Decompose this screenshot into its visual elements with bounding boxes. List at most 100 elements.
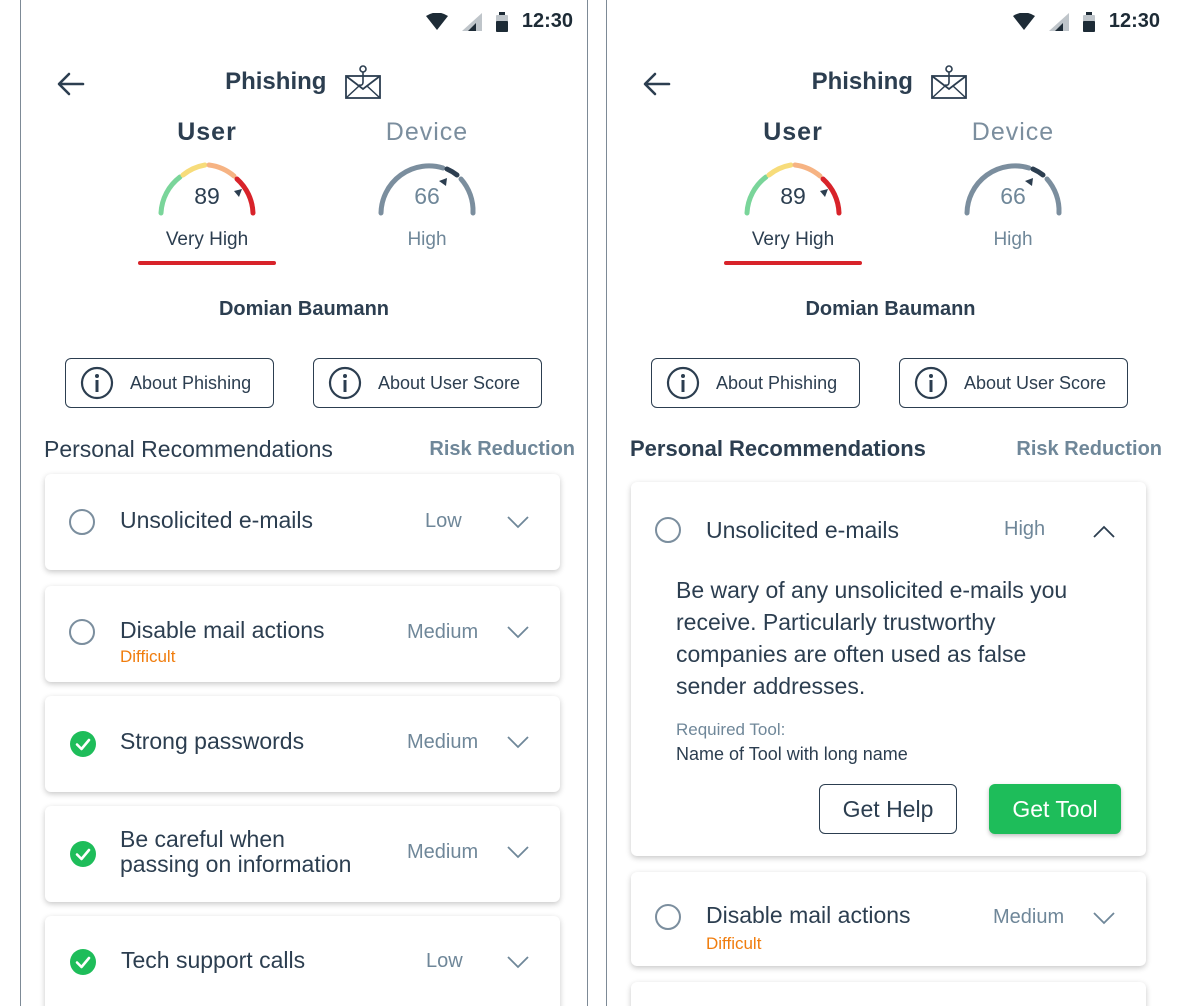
screen-left: 12:30 Phishing User 89 Very High Device … <box>20 0 588 1006</box>
signal-icon <box>1048 12 1069 31</box>
chevron-down-icon[interactable] <box>1092 910 1116 926</box>
check-circle-icon[interactable] <box>69 840 97 868</box>
risk-level: Low <box>426 950 463 972</box>
info-icon <box>914 366 948 400</box>
score-tabs: User 89 Very High Device 66 High <box>21 118 587 268</box>
recommendation-description-line: companies are often used as false <box>676 641 1027 667</box>
user-score-gauge: 89 <box>147 153 267 233</box>
recommendations-header: Personal Recommendations Risk Reduction <box>44 436 575 466</box>
phishing-mail-icon <box>931 65 968 99</box>
recommendation-card-expanded[interactable]: Unsolicited e-mails High Be wary of any … <box>631 482 1146 856</box>
score-tab-label: Device <box>971 118 1055 146</box>
app-bar: Phishing <box>607 58 1174 108</box>
chevron-down-icon[interactable] <box>506 844 530 860</box>
about-phishing-button[interactable]: About Phishing <box>65 358 274 408</box>
score-tab-device[interactable]: Device 66 High <box>327 118 527 251</box>
recommendations-header: Personal Recommendations Risk Reduction <box>630 436 1162 466</box>
phishing-mail-icon <box>344 65 381 99</box>
score-tab-device[interactable]: Device 66 High <box>913 118 1113 251</box>
score-tab-label: User <box>177 118 237 146</box>
recommendation-card[interactable] <box>631 982 1146 1006</box>
status-time: 12:30 <box>1108 10 1160 32</box>
risk-level: Low <box>425 510 462 532</box>
about-phishing-button[interactable]: About Phishing <box>651 358 860 408</box>
page-title: Phishing <box>811 68 913 95</box>
recommendation-card[interactable]: Tech support calls Low <box>45 916 560 1006</box>
chevron-down-icon[interactable] <box>506 954 530 970</box>
signal-icon <box>461 12 482 31</box>
status-bar: 12:30 <box>21 0 587 48</box>
about-phishing-label: About Phishing <box>716 372 838 393</box>
recommendation-card[interactable]: Disable mail actions Difficult Medium <box>45 586 560 682</box>
info-icon <box>666 366 700 400</box>
screen-right: 12:30 Phishing User 89 Very High Device … <box>606 0 1174 1006</box>
recommendation-description-line: Be wary of any unsolicited e-mails you <box>676 577 1068 603</box>
app-bar: Phishing <box>21 58 587 108</box>
user-name: Domian Baumann <box>805 298 976 320</box>
section-title: Personal Recommendations <box>44 436 333 462</box>
score-tab-label: Device <box>385 118 469 146</box>
recommendation-card[interactable]: Disable mail actions Difficult Medium <box>631 872 1146 966</box>
recommendation-card[interactable]: Unsolicited e-mails Low <box>45 474 560 570</box>
section-subtitle: Risk Reduction <box>429 438 575 460</box>
user-name: Domian Baumann <box>218 298 390 320</box>
info-icon <box>80 366 114 400</box>
device-score-value: 66 <box>414 183 440 209</box>
recommendation-name-line1: Be careful when <box>120 826 285 852</box>
user-score-gauge: 89 <box>733 153 853 233</box>
get-tool-button[interactable]: Get Tool <box>989 784 1121 834</box>
recommendation-card[interactable]: Be careful when passing on information M… <box>45 806 560 902</box>
recommendation-name: Strong passwords <box>120 728 305 754</box>
battery-icon <box>1082 11 1095 32</box>
radio-unchecked[interactable] <box>69 619 95 645</box>
score-tab-label: User <box>763 118 823 146</box>
section-subtitle: Risk Reduction <box>1016 438 1162 460</box>
check-circle-icon[interactable] <box>69 948 97 976</box>
risk-level: Medium <box>407 621 479 643</box>
chevron-down-icon[interactable] <box>506 624 530 640</box>
radio-unchecked[interactable] <box>655 904 681 930</box>
active-tab-indicator <box>724 261 862 265</box>
chevron-down-icon[interactable] <box>506 514 530 530</box>
info-icon <box>328 366 362 400</box>
recommendation-card[interactable]: Strong passwords Medium <box>45 696 560 792</box>
device-score-value: 66 <box>1000 183 1026 209</box>
status-bar: 12:30 <box>607 0 1174 48</box>
score-tab-user[interactable]: User 89 Very High <box>107 118 307 265</box>
difficulty-label: Difficult <box>120 647 176 666</box>
page-title: Phishing <box>225 68 327 95</box>
user-score-value: 89 <box>194 183 220 209</box>
user-score-value: 89 <box>780 183 806 209</box>
recommendation-name: Unsolicited e-mails <box>120 507 314 533</box>
wifi-icon <box>1012 12 1035 30</box>
active-tab-indicator <box>138 261 276 265</box>
risk-level: Medium <box>407 841 479 863</box>
risk-level: High <box>1004 518 1046 540</box>
chevron-down-icon[interactable] <box>506 734 530 750</box>
radio-unchecked[interactable] <box>655 517 681 543</box>
device-score-gauge: 66 <box>953 153 1073 233</box>
score-tab-user[interactable]: User 89 Very High <box>693 118 893 265</box>
recommendation-name: Disable mail actions <box>120 617 325 643</box>
about-user-score-label: About User Score <box>378 372 521 393</box>
battery-icon <box>495 11 508 32</box>
recommendation-name: Unsolicited e-mails <box>706 517 900 543</box>
score-tabs: User 89 Very High Device 66 High <box>607 118 1174 268</box>
recommendation-name: Tech support calls <box>121 947 306 973</box>
risk-level: Medium <box>993 906 1065 928</box>
radio-unchecked[interactable] <box>69 509 95 535</box>
recommendation-name-line2: passing on information <box>120 851 352 877</box>
get-help-button[interactable]: Get Help <box>819 784 957 834</box>
status-time: 12:30 <box>521 10 573 32</box>
recommendation-description-line: receive. Particularly trustworthy <box>676 609 996 635</box>
device-score-gauge: 66 <box>367 153 487 233</box>
recommendation-name: Disable mail actions <box>706 902 911 928</box>
difficulty-label: Difficult <box>706 934 762 953</box>
about-user-score-button[interactable]: About User Score <box>899 358 1128 408</box>
about-user-score-label: About User Score <box>964 372 1107 393</box>
risk-level: Medium <box>407 731 479 753</box>
about-phishing-label: About Phishing <box>130 372 252 393</box>
check-circle-icon[interactable] <box>69 730 97 758</box>
about-user-score-button[interactable]: About User Score <box>313 358 542 408</box>
chevron-up-icon[interactable] <box>1092 524 1116 540</box>
